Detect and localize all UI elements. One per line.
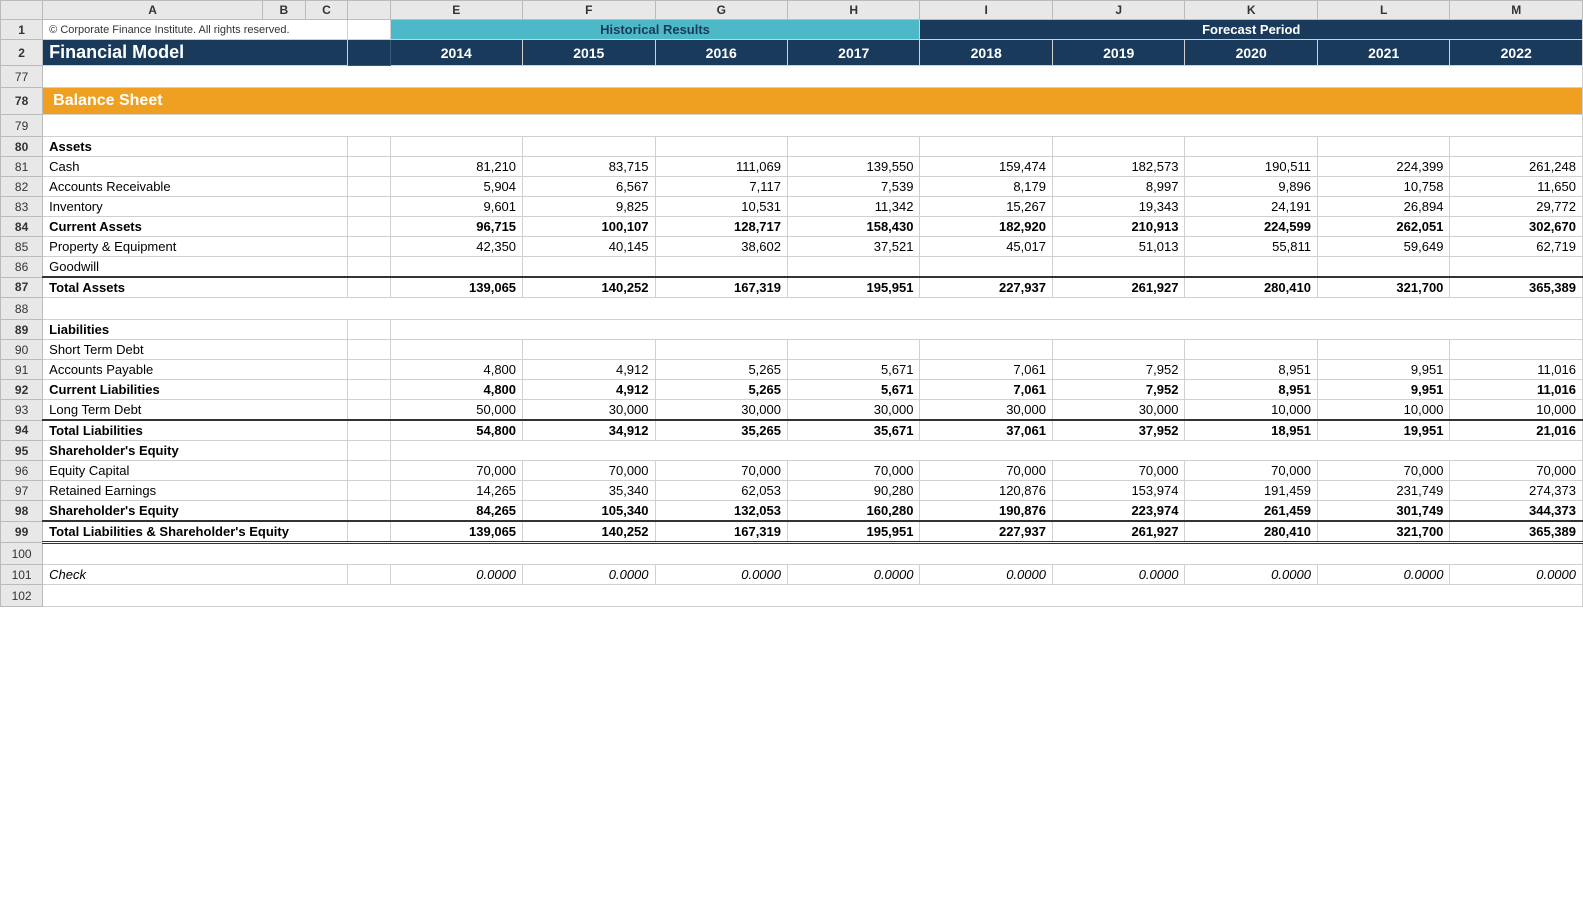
row-90: 90 Short Term Debt bbox=[1, 340, 1583, 360]
row-1: 1 © Corporate Finance Institute. All rig… bbox=[1, 20, 1583, 40]
row-97: 97 Retained Earnings 14,265 35,340 62,05… bbox=[1, 481, 1583, 501]
row-99: 99 Total Liabilities & Shareholder's Equ… bbox=[1, 521, 1583, 543]
cash-2015: 83,715 bbox=[523, 157, 655, 177]
cash-2019: 182,573 bbox=[1052, 157, 1184, 177]
row-80: 80 Assets bbox=[1, 137, 1583, 157]
row-2: 2 Financial Model 2014 2015 2016 2017 20… bbox=[1, 40, 1583, 66]
row-96: 96 Equity Capital 70,000 70,000 70,000 7… bbox=[1, 461, 1583, 481]
row-78: 78 Balance Sheet bbox=[1, 88, 1583, 115]
year-2021: 2021 bbox=[1317, 40, 1449, 66]
spacer-row1 bbox=[348, 20, 390, 40]
col-b-header: B bbox=[262, 1, 305, 20]
row-92: 92 Current Liabilities 4,800 4,912 5,265… bbox=[1, 380, 1583, 400]
historical-label: Historical Results bbox=[390, 20, 920, 40]
row-num-78: 78 bbox=[1, 88, 43, 115]
row-87: 87 Total Assets 139,065 140,252 167,319 … bbox=[1, 277, 1583, 298]
assets-label: Assets bbox=[43, 137, 348, 157]
col-l-header: L bbox=[1317, 1, 1449, 20]
copyright-cell: © Corporate Finance Institute. All right… bbox=[43, 20, 348, 40]
year-2017: 2017 bbox=[788, 40, 920, 66]
row-101: 101 Check 0.0000 0.0000 0.0000 0.0000 0.… bbox=[1, 565, 1583, 585]
col-m-header: M bbox=[1450, 1, 1583, 20]
col-a-header: A bbox=[43, 1, 263, 20]
spreadsheet: A B C E F G H I J K L M 1 © Corporate Fi… bbox=[0, 0, 1583, 607]
corner-cell bbox=[1, 1, 43, 20]
year-2022: 2022 bbox=[1450, 40, 1583, 66]
balance-sheet-label: Balance Sheet bbox=[43, 88, 1583, 115]
cash-2016: 111,069 bbox=[655, 157, 787, 177]
row-98: 98 Shareholder's Equity 84,265 105,340 1… bbox=[1, 501, 1583, 522]
row-83: 83 Inventory 9,601 9,825 10,531 11,342 1… bbox=[1, 197, 1583, 217]
year-2016: 2016 bbox=[655, 40, 787, 66]
model-title: Financial Model bbox=[43, 40, 348, 66]
cash-2020: 190,511 bbox=[1185, 157, 1317, 177]
cash-2022: 261,248 bbox=[1450, 157, 1583, 177]
row-82: 82 Accounts Receivable 5,904 6,567 7,117… bbox=[1, 177, 1583, 197]
shareholders-equity-label: Shareholder's Equity bbox=[43, 501, 348, 522]
year-2018: 2018 bbox=[920, 40, 1052, 66]
row-81: 81 Cash 81,210 83,715 111,069 139,550 15… bbox=[1, 157, 1583, 177]
row-100: 100 bbox=[1, 543, 1583, 565]
row-94: 94 Total Liabilities 54,800 34,912 35,26… bbox=[1, 420, 1583, 441]
col-f-header: F bbox=[523, 1, 655, 20]
row-num-77: 77 bbox=[1, 66, 43, 88]
row-85: 85 Property & Equipment 42,350 40,145 38… bbox=[1, 237, 1583, 257]
col-i-header: I bbox=[920, 1, 1052, 20]
row-93: 93 Long Term Debt 50,000 30,000 30,000 3… bbox=[1, 400, 1583, 421]
row-95: 95 Shareholder's Equity bbox=[1, 441, 1583, 461]
cash-2017: 139,550 bbox=[788, 157, 920, 177]
year-2015: 2015 bbox=[523, 40, 655, 66]
col-j-header: J bbox=[1052, 1, 1184, 20]
row-91: 91 Accounts Payable 4,800 4,912 5,265 5,… bbox=[1, 360, 1583, 380]
year-2014: 2014 bbox=[390, 40, 522, 66]
cash-2014: 81,210 bbox=[390, 157, 522, 177]
row-88: 88 bbox=[1, 298, 1583, 320]
col-e-header: E bbox=[390, 1, 522, 20]
row-84: 84 Current Assets 96,715 100,107 128,717… bbox=[1, 217, 1583, 237]
cash-2021: 224,399 bbox=[1317, 157, 1449, 177]
year-2019: 2019 bbox=[1052, 40, 1184, 66]
row-89: 89 Liabilities bbox=[1, 320, 1583, 340]
col-c-header: C bbox=[305, 1, 348, 20]
col-header-row: A B C E F G H I J K L M bbox=[1, 1, 1583, 20]
cash-label: Cash bbox=[43, 157, 348, 177]
col-h-header: H bbox=[788, 1, 920, 20]
row-79: 79 bbox=[1, 115, 1583, 137]
col-d-header bbox=[348, 1, 390, 20]
col-g-header: G bbox=[655, 1, 787, 20]
col-k-header: K bbox=[1185, 1, 1317, 20]
row-num-2: 2 bbox=[1, 40, 43, 66]
forecast-label: Forecast Period bbox=[920, 20, 1583, 40]
row-77: 77 bbox=[1, 66, 1583, 88]
ar-label: Accounts Receivable bbox=[43, 177, 348, 197]
cash-2018: 159,474 bbox=[920, 157, 1052, 177]
row-86: 86 Goodwill bbox=[1, 257, 1583, 278]
row-num-1: 1 bbox=[1, 20, 43, 40]
retained-earnings-label: Retained Earnings bbox=[43, 481, 348, 501]
year-2020: 2020 bbox=[1185, 40, 1317, 66]
spacer-row2 bbox=[348, 40, 390, 66]
row-102: 102 bbox=[1, 585, 1583, 607]
